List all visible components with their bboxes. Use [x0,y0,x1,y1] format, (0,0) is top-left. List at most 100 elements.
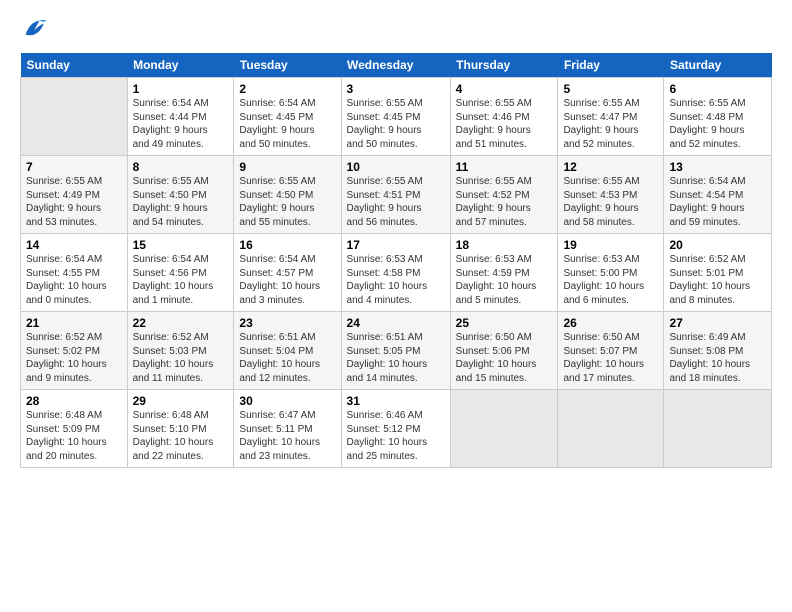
day-info: Sunrise: 6:51 AM Sunset: 5:05 PM Dayligh… [347,331,445,385]
calendar-cell: 3Sunrise: 6:55 AM Sunset: 4:45 PM Daylig… [341,78,450,156]
day-info: Sunrise: 6:46 AM Sunset: 5:12 PM Dayligh… [347,409,445,463]
day-info: Sunrise: 6:49 AM Sunset: 5:08 PM Dayligh… [669,331,766,385]
day-info: Sunrise: 6:54 AM Sunset: 4:57 PM Dayligh… [239,253,335,307]
day-number: 5 [563,82,658,96]
day-number: 11 [456,160,553,174]
calendar-cell: 14Sunrise: 6:54 AM Sunset: 4:55 PM Dayli… [21,234,128,312]
day-info: Sunrise: 6:53 AM Sunset: 4:59 PM Dayligh… [456,253,553,307]
calendar-cell: 20Sunrise: 6:52 AM Sunset: 5:01 PM Dayli… [664,234,772,312]
day-number: 25 [456,316,553,330]
day-info: Sunrise: 6:53 AM Sunset: 5:00 PM Dayligh… [563,253,658,307]
day-number: 16 [239,238,335,252]
day-info: Sunrise: 6:55 AM Sunset: 4:50 PM Dayligh… [239,175,335,229]
page-header [20,15,772,43]
day-number: 17 [347,238,445,252]
day-number: 31 [347,394,445,408]
calendar-cell: 12Sunrise: 6:55 AM Sunset: 4:53 PM Dayli… [558,156,664,234]
calendar-cell: 15Sunrise: 6:54 AM Sunset: 4:56 PM Dayli… [127,234,234,312]
day-number: 30 [239,394,335,408]
calendar-cell: 9Sunrise: 6:55 AM Sunset: 4:50 PM Daylig… [234,156,341,234]
calendar-week-row: 7Sunrise: 6:55 AM Sunset: 4:49 PM Daylig… [21,156,772,234]
calendar-cell: 27Sunrise: 6:49 AM Sunset: 5:08 PM Dayli… [664,312,772,390]
calendar-cell: 4Sunrise: 6:55 AM Sunset: 4:46 PM Daylig… [450,78,558,156]
calendar-cell [558,390,664,468]
day-number: 14 [26,238,122,252]
calendar-header-friday: Friday [558,53,664,78]
calendar-cell: 2Sunrise: 6:54 AM Sunset: 4:45 PM Daylig… [234,78,341,156]
day-info: Sunrise: 6:54 AM Sunset: 4:56 PM Dayligh… [133,253,229,307]
calendar-header-thursday: Thursday [450,53,558,78]
calendar-header-wednesday: Wednesday [341,53,450,78]
day-number: 2 [239,82,335,96]
day-number: 15 [133,238,229,252]
day-info: Sunrise: 6:52 AM Sunset: 5:02 PM Dayligh… [26,331,122,385]
calendar-header-tuesday: Tuesday [234,53,341,78]
day-info: Sunrise: 6:55 AM Sunset: 4:53 PM Dayligh… [563,175,658,229]
day-info: Sunrise: 6:54 AM Sunset: 4:44 PM Dayligh… [133,97,229,151]
day-info: Sunrise: 6:55 AM Sunset: 4:48 PM Dayligh… [669,97,766,151]
calendar-cell: 22Sunrise: 6:52 AM Sunset: 5:03 PM Dayli… [127,312,234,390]
logo [20,15,53,43]
day-number: 19 [563,238,658,252]
day-info: Sunrise: 6:55 AM Sunset: 4:46 PM Dayligh… [456,97,553,151]
day-info: Sunrise: 6:55 AM Sunset: 4:50 PM Dayligh… [133,175,229,229]
calendar-cell: 19Sunrise: 6:53 AM Sunset: 5:00 PM Dayli… [558,234,664,312]
day-number: 10 [347,160,445,174]
day-info: Sunrise: 6:54 AM Sunset: 4:54 PM Dayligh… [669,175,766,229]
day-number: 9 [239,160,335,174]
day-info: Sunrise: 6:55 AM Sunset: 4:51 PM Dayligh… [347,175,445,229]
calendar-cell: 11Sunrise: 6:55 AM Sunset: 4:52 PM Dayli… [450,156,558,234]
day-number: 24 [347,316,445,330]
day-info: Sunrise: 6:54 AM Sunset: 4:45 PM Dayligh… [239,97,335,151]
calendar-cell: 30Sunrise: 6:47 AM Sunset: 5:11 PM Dayli… [234,390,341,468]
day-info: Sunrise: 6:52 AM Sunset: 5:01 PM Dayligh… [669,253,766,307]
calendar-header-monday: Monday [127,53,234,78]
calendar-header-saturday: Saturday [664,53,772,78]
calendar-cell: 6Sunrise: 6:55 AM Sunset: 4:48 PM Daylig… [664,78,772,156]
day-number: 23 [239,316,335,330]
day-info: Sunrise: 6:55 AM Sunset: 4:52 PM Dayligh… [456,175,553,229]
day-number: 3 [347,82,445,96]
calendar-week-row: 1Sunrise: 6:54 AM Sunset: 4:44 PM Daylig… [21,78,772,156]
calendar-cell: 17Sunrise: 6:53 AM Sunset: 4:58 PM Dayli… [341,234,450,312]
calendar-cell: 26Sunrise: 6:50 AM Sunset: 5:07 PM Dayli… [558,312,664,390]
calendar-cell: 1Sunrise: 6:54 AM Sunset: 4:44 PM Daylig… [127,78,234,156]
calendar-cell: 18Sunrise: 6:53 AM Sunset: 4:59 PM Dayli… [450,234,558,312]
day-number: 26 [563,316,658,330]
day-info: Sunrise: 6:50 AM Sunset: 5:07 PM Dayligh… [563,331,658,385]
day-number: 29 [133,394,229,408]
day-number: 13 [669,160,766,174]
calendar-cell: 5Sunrise: 6:55 AM Sunset: 4:47 PM Daylig… [558,78,664,156]
day-number: 27 [669,316,766,330]
day-info: Sunrise: 6:48 AM Sunset: 5:10 PM Dayligh… [133,409,229,463]
calendar-cell: 8Sunrise: 6:55 AM Sunset: 4:50 PM Daylig… [127,156,234,234]
calendar-cell [450,390,558,468]
calendar-cell: 21Sunrise: 6:52 AM Sunset: 5:02 PM Dayli… [21,312,128,390]
calendar-cell: 25Sunrise: 6:50 AM Sunset: 5:06 PM Dayli… [450,312,558,390]
day-number: 6 [669,82,766,96]
day-number: 22 [133,316,229,330]
day-number: 8 [133,160,229,174]
day-info: Sunrise: 6:52 AM Sunset: 5:03 PM Dayligh… [133,331,229,385]
calendar-week-row: 14Sunrise: 6:54 AM Sunset: 4:55 PM Dayli… [21,234,772,312]
calendar-cell: 23Sunrise: 6:51 AM Sunset: 5:04 PM Dayli… [234,312,341,390]
calendar-cell: 31Sunrise: 6:46 AM Sunset: 5:12 PM Dayli… [341,390,450,468]
calendar-header-sunday: Sunday [21,53,128,78]
calendar-cell: 16Sunrise: 6:54 AM Sunset: 4:57 PM Dayli… [234,234,341,312]
day-number: 28 [26,394,122,408]
calendar-cell [664,390,772,468]
calendar-week-row: 28Sunrise: 6:48 AM Sunset: 5:09 PM Dayli… [21,390,772,468]
day-number: 12 [563,160,658,174]
day-info: Sunrise: 6:48 AM Sunset: 5:09 PM Dayligh… [26,409,122,463]
day-number: 4 [456,82,553,96]
day-number: 18 [456,238,553,252]
day-info: Sunrise: 6:54 AM Sunset: 4:55 PM Dayligh… [26,253,122,307]
calendar-cell [21,78,128,156]
day-info: Sunrise: 6:51 AM Sunset: 5:04 PM Dayligh… [239,331,335,385]
day-info: Sunrise: 6:55 AM Sunset: 4:47 PM Dayligh… [563,97,658,151]
calendar-cell: 29Sunrise: 6:48 AM Sunset: 5:10 PM Dayli… [127,390,234,468]
logo-icon [20,15,48,43]
day-number: 7 [26,160,122,174]
calendar-week-row: 21Sunrise: 6:52 AM Sunset: 5:02 PM Dayli… [21,312,772,390]
day-info: Sunrise: 6:53 AM Sunset: 4:58 PM Dayligh… [347,253,445,307]
